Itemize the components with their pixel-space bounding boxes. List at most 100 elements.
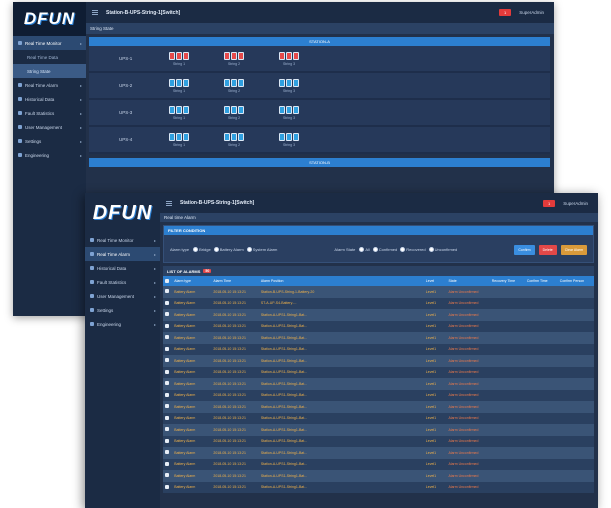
table-cell: Battery Alarm [171,401,211,413]
table-row[interactable]: Battery Alarm 2018-05-10 15:13:21 Station-… [163,366,594,378]
column-header[interactable]: Level [422,276,446,286]
table-cell: Alarm Unconfirmed [445,366,489,378]
radio-option[interactable]: Bridge [193,246,211,252]
table-cell [523,366,557,378]
string-cell[interactable]: String 2 [224,78,244,93]
row-checkbox[interactable] [163,389,172,401]
table-row[interactable]: Battery Alarm 2018-05-10 15:13:21 ST-A-UP-… [163,297,594,309]
sidebar-item-label: User Management [97,293,135,299]
sidebar-item-string-state[interactable]: String State [13,64,86,78]
alarm-badge[interactable]: 1 [543,199,556,207]
column-header[interactable]: Alarm Time [210,276,258,286]
alarm-badge[interactable]: 1 [499,9,512,16]
sidebar-item-real-time-data[interactable]: Real Time Data [13,50,86,64]
table-row[interactable]: Battery Alarm 2018-05-10 15:13:21 Station-… [163,424,594,436]
row-checkbox[interactable] [163,309,172,321]
row-checkbox[interactable] [163,320,172,332]
table-row[interactable]: Battery Alarm 2018-05-10 15:13:21 Station-… [163,470,594,482]
row-checkbox[interactable] [163,447,172,459]
column-header[interactable]: Alarm type [171,276,211,286]
column-header[interactable]: Confirm Person [556,276,594,286]
select-all-checkbox[interactable] [163,276,172,286]
column-header[interactable]: Confirm Time [523,276,557,286]
row-checkbox[interactable] [163,366,172,378]
string-cell[interactable]: String 3 [279,105,299,120]
table-row[interactable]: Battery Alarm 2018-05-10 15:13:21 Station-… [163,320,594,332]
user-menu[interactable]: SuperAdmin [563,201,588,206]
table-row[interactable]: Battery Alarm 2018-05-10 15:13:21 Station-… [163,401,594,413]
table-row[interactable]: Battery Alarm 2018-05-10 15:13:21 Station-… [163,343,594,355]
sidebar-item-historical-data[interactable]: Historical Data ▸ [13,92,86,106]
radio-option[interactable]: Recovered [400,246,426,252]
row-checkbox[interactable] [163,286,172,298]
row-checkbox[interactable] [163,458,172,470]
radio-option[interactable]: System Alarm [246,246,277,252]
radio-option[interactable]: All [359,246,370,252]
string-cell[interactable]: String 1 [169,132,189,147]
sidebar-item-fault-statistics[interactable]: Fault Statistics ▸ [13,106,86,120]
sidebar-item-real-time-monitor[interactable]: Real Time Monitor ▸ [85,233,160,247]
table-cell: Battery Alarm [171,481,211,493]
row-checkbox[interactable] [163,424,172,436]
table-row[interactable]: Battery Alarm 2018-05-10 15:13:21 Station-… [163,286,594,298]
confirm-button[interactable]: Confirm [514,244,535,255]
string-label: String 1 [172,61,186,66]
radio-option[interactable]: Unconfirmed [428,246,457,252]
radio-option[interactable]: Battery Alarm [213,246,244,252]
sidebar-item-real-time-alarm[interactable]: Real Time Alarm ▸ [13,78,86,92]
string-cell[interactable]: String 3 [279,132,299,147]
row-checkbox[interactable] [163,297,172,309]
table-cell [523,458,557,470]
sidebar-item-user-management[interactable]: User Management ▸ [85,289,160,303]
table-row[interactable]: Battery Alarm 2018-05-10 15:13:21 Station-… [163,435,594,447]
row-checkbox[interactable] [163,343,172,355]
table-row[interactable]: Battery Alarm 2018-05-10 15:13:21 Station-… [163,355,594,367]
sidebar-item-settings[interactable]: Settings ▸ [13,134,86,148]
sidebar-item-user-management[interactable]: User Management ▸ [13,120,86,134]
clear-alarm-button[interactable]: Clear Alarm [560,244,587,255]
string-cell[interactable]: String 1 [169,78,189,93]
table-row[interactable]: Battery Alarm 2018-05-10 15:13:21 Station-… [163,481,594,493]
column-header[interactable]: Alarm Position [257,276,423,286]
sidebar-item-fault-statistics[interactable]: Fault Statistics ▸ [85,275,160,289]
menu-toggle-icon[interactable] [92,10,98,15]
string-cell[interactable]: String 3 [279,78,299,93]
sidebar-item-engineering[interactable]: Engineering ▸ [85,317,160,331]
row-checkbox[interactable] [163,412,172,424]
table-row[interactable]: Battery Alarm 2018-05-10 15:13:21 Station-… [163,309,594,321]
row-checkbox[interactable] [163,378,172,390]
row-checkbox[interactable] [163,355,172,367]
table-row[interactable]: Battery Alarm 2018-05-10 15:13:21 Station-… [163,389,594,401]
table-row[interactable]: Battery Alarm 2018-05-10 15:13:21 Station-… [163,332,594,344]
table-row[interactable]: Battery Alarm 2018-05-10 15:13:21 Station-… [163,447,594,459]
row-checkbox[interactable] [163,435,172,447]
row-checkbox[interactable] [163,332,172,344]
string-cell[interactable]: String 2 [224,105,244,120]
table-row[interactable]: Battery Alarm 2018-05-10 15:13:21 Station-… [163,378,594,390]
battery-icon [238,51,244,60]
radio-option[interactable]: Confirmed [372,246,397,252]
table-cell: 2018-05-10 15:13:21 [210,481,258,493]
string-cell[interactable]: String 2 [224,51,244,66]
sidebar-item-label: Real Time Data [27,54,59,60]
delete-button[interactable]: Delete [538,244,557,255]
table-row[interactable]: Battery Alarm 2018-05-10 15:13:21 Station-… [163,458,594,470]
table-row[interactable]: Battery Alarm 2018-05-10 15:13:21 Station-… [163,412,594,424]
row-checkbox[interactable] [163,470,172,482]
string-cell[interactable]: String 2 [224,132,244,147]
column-header[interactable]: State [445,276,489,286]
string-cell[interactable]: String 1 [169,105,189,120]
table-cell [556,470,594,482]
sidebar-item-historical-data[interactable]: Historical Data ▸ [85,261,160,275]
menu-toggle-icon[interactable] [166,200,172,206]
string-cell[interactable]: String 3 [279,51,299,66]
sidebar-item-engineering[interactable]: Engineering ▸ [13,148,86,162]
sidebar-item-real-time-monitor[interactable]: Real Time Monitor ▸ [13,36,86,50]
sidebar-item-real-time-alarm[interactable]: Real Time Alarm ▸ [85,247,160,261]
row-checkbox[interactable] [163,401,172,413]
string-cell[interactable]: String 1 [169,51,189,66]
sidebar-item-settings[interactable]: Settings ▸ [85,303,160,317]
column-header[interactable]: Recovery Time [488,276,524,286]
user-menu[interactable]: SuperAdmin [519,10,544,15]
row-checkbox[interactable] [163,481,172,493]
